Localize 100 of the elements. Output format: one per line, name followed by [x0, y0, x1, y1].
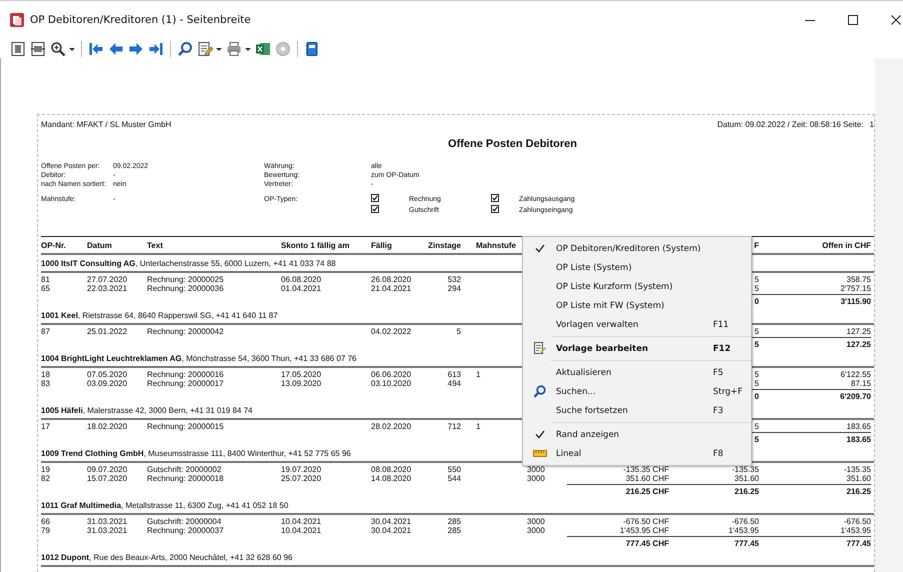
subtotal-amount: 216.25	[734, 487, 759, 496]
column-header: Offen in CHF	[822, 241, 871, 250]
table-cell: 532	[448, 275, 461, 284]
table-cell: 494	[448, 379, 461, 388]
close-icon[interactable]	[890, 14, 902, 26]
table-cell: 3000	[527, 474, 545, 483]
table-cell: 66	[41, 517, 50, 526]
table-cell: 14.08.2020	[371, 474, 412, 483]
table-cell: 294	[448, 284, 461, 293]
table-cell: 3000	[527, 526, 545, 535]
subtotal-amount: 216.25	[846, 487, 871, 496]
last-page-icon[interactable]	[148, 40, 164, 56]
table-cell: -135.35	[732, 465, 759, 474]
table-cell: 1	[476, 422, 480, 431]
table-cell: 03.09.2020	[87, 379, 128, 388]
table-cell: 08.08.2020	[371, 465, 412, 474]
table-cell: 5	[754, 327, 759, 336]
table-cell: Rechnung: 20000016	[147, 370, 224, 379]
column-header: Zinstage	[428, 241, 461, 250]
previous-arrow-icon[interactable]	[108, 40, 124, 56]
page-width-icon[interactable]	[30, 40, 46, 56]
table-cell: 5	[754, 370, 759, 379]
table-cell: -676.50 CHF	[623, 517, 669, 526]
table-cell: Rechnung: 20000037	[147, 526, 224, 535]
notebook-icon[interactable]	[304, 40, 320, 56]
menu-item[interactable]: Suchen... Strg+F	[523, 382, 751, 401]
table-cell: 87.15	[850, 379, 871, 388]
column-header: OP-Nr.	[41, 241, 66, 250]
table-cell: 351.60	[734, 474, 759, 483]
table-cell: 358.75	[846, 275, 871, 284]
first-page-icon[interactable]	[88, 40, 104, 56]
table-cell: 712	[448, 422, 461, 431]
menu-item[interactable]: Rand anzeigen	[523, 425, 751, 444]
table-cell: Rechnung: 20000015	[147, 422, 224, 431]
table-cell: 127.25	[846, 327, 871, 336]
next-arrow-icon[interactable]	[128, 40, 144, 56]
edit-document-icon	[534, 342, 546, 355]
mandant-text: Mandant: MFAKT / SL Muster GmbH	[41, 120, 172, 129]
table-cell: 1'453.95 CHF	[620, 526, 669, 535]
table-cell: 22.03.2021	[87, 284, 128, 293]
table-cell: Rechnung: 20000017	[147, 379, 224, 388]
column-header: Datum	[87, 241, 112, 250]
zoom-in-icon[interactable]	[50, 40, 66, 56]
table-cell: 5	[754, 422, 759, 431]
table-cell: Gutschrift: 20000004	[147, 517, 222, 526]
menu-item[interactable]: OP Liste Kurzform (System)	[523, 277, 751, 296]
table-cell: 5	[754, 379, 759, 388]
table-cell: 183.65	[846, 422, 871, 431]
table-cell: Gutschrift: 20000002	[147, 465, 222, 474]
table-cell: 285	[448, 526, 461, 535]
table-cell: -135.35	[844, 465, 871, 474]
table-cell: 19.07.2020	[281, 465, 322, 474]
column-header: Fällig	[371, 241, 392, 250]
table-cell: 81	[41, 275, 50, 284]
table-cell: 87	[41, 327, 50, 336]
subtotal-amount: 127.25	[846, 340, 871, 349]
subtotal-amount: 216.25 CHF	[626, 487, 669, 496]
menu-item[interactable]: OP Debitoren/Kreditoren (System)	[523, 239, 751, 258]
spreadsheet-icon[interactable]	[255, 40, 271, 56]
table-cell: 79	[41, 526, 50, 535]
table-cell: 613	[448, 370, 461, 379]
printer-icon[interactable]	[226, 40, 242, 56]
customer-heading: 1011 Graf Multimedia, Metallstrasse 11, 6300 Zug, +41 41 052 18 50	[41, 501, 874, 515]
table-cell: 5	[754, 275, 759, 284]
subtotal-amount: 777.45 CHF	[626, 539, 669, 548]
table-cell: 5	[456, 327, 461, 336]
column-header: Mahnstufe	[476, 241, 516, 250]
table-cell: 21.04.2021	[371, 284, 412, 293]
table-cell: 351.60	[846, 474, 871, 483]
maximize-icon[interactable]	[847, 14, 859, 26]
subtotal-amount: 183.65	[846, 435, 871, 444]
customer-heading: 1012 Dupont, Rue des Beaux-Arts, 2000 Neuchâtel, +41 32 628 60 96	[41, 553, 874, 567]
table-cell: 27.07.2020	[87, 275, 128, 284]
column-header: F	[754, 241, 759, 250]
subtotal-amount: 5	[754, 435, 759, 444]
table-cell: 285	[448, 517, 461, 526]
scrollbar[interactable]	[875, 58, 903, 572]
table-cell: 17.05.2020	[281, 370, 322, 379]
table-cell: 82	[41, 474, 50, 483]
page-icon[interactable]	[10, 40, 26, 56]
column-header: Skonto 1 fällig am	[281, 241, 350, 250]
table-cell: 06.08.2020	[281, 275, 322, 284]
edit-document-icon[interactable]	[197, 40, 213, 56]
table-cell: 18.02.2020	[87, 422, 128, 431]
table-cell: 04.02.2022	[371, 327, 412, 336]
search-icon[interactable]	[177, 40, 193, 56]
table-cell: -676.50	[732, 517, 759, 526]
table-cell: 30.04.2021	[371, 526, 412, 535]
table-cell: 65	[41, 284, 50, 293]
table-cell: 544	[448, 474, 461, 483]
column-header: Text	[147, 241, 163, 250]
table-cell: 25.07.2020	[281, 474, 322, 483]
page-number: 1	[870, 120, 874, 129]
app-icon	[10, 13, 24, 27]
subtotal-amount: 0	[754, 297, 759, 306]
subtotal-amount: 777.45	[846, 539, 871, 548]
table-cell: -135.35 CHF	[623, 465, 669, 474]
table-cell: 19	[41, 465, 50, 474]
table-cell: 01.04.2021	[281, 284, 322, 293]
table-cell: 3000	[527, 517, 545, 526]
